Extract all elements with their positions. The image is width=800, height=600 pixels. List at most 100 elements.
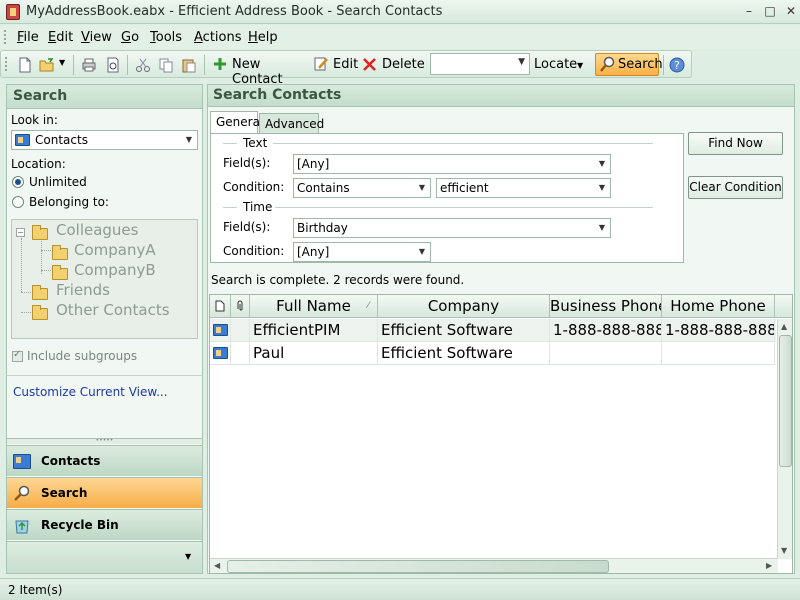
menu-edit[interactable]: Edit <box>48 30 73 45</box>
look-in-arrow: ▼ <box>185 135 192 144</box>
condition-text-input[interactable]: efficient ▼ <box>436 178 611 198</box>
tab-advanced[interactable]: Advanced <box>259 113 324 133</box>
col-header-company[interactable]: Company <box>378 295 550 318</box>
help-icon[interactable]: ? <box>669 57 685 73</box>
condition-select[interactable]: Contains ▼ <box>293 178 431 198</box>
scroll-right-arrow-icon[interactable]: ▶ <box>766 561 772 570</box>
menu-go[interactable]: Go <box>121 30 139 45</box>
col-header-type[interactable] <box>210 295 231 318</box>
row-business-phone[interactable] <box>550 342 662 365</box>
include-subgroups-label[interactable]: Include subgroups <box>27 349 137 363</box>
open-dropdown-arrow[interactable]: ▼ <box>59 58 65 67</box>
row-full-name[interactable]: Paul <box>250 342 378 365</box>
clear-condition-button[interactable]: Clear Condition <box>688 176 783 199</box>
new-contact-button[interactable]: New Contact <box>211 55 307 87</box>
copy-icon[interactable] <box>158 57 174 73</box>
horizontal-scrollbar[interactable]: ◀ ▶ <box>210 558 778 573</box>
main-panel: Search Contacts General Advanced Text Fi… <box>207 84 795 574</box>
nav-contacts[interactable]: Contacts <box>7 445 202 476</box>
app-icon <box>6 4 20 20</box>
tree-item-colleagues[interactable]: Colleagues <box>56 221 138 239</box>
row-home-phone[interactable] <box>662 342 775 365</box>
look-in-select[interactable]: Contacts ▼ <box>11 130 198 150</box>
delete-button[interactable]: Delete <box>361 55 425 75</box>
locate-button[interactable]: Locate ▼ <box>531 55 589 75</box>
condition-value: Contains <box>297 181 350 195</box>
scroll-down-arrow-icon[interactable]: ▼ <box>781 546 787 555</box>
new-document-icon[interactable] <box>17 57 33 73</box>
text-fields-select[interactable]: [Any] ▼ <box>293 154 611 174</box>
row-business-phone[interactable]: 1-888-888-888 <box>550 319 662 342</box>
time-fields-select[interactable]: Birthday ▼ <box>293 218 611 238</box>
nav-contacts-label: Contacts <box>41 454 101 468</box>
delete-label: Delete <box>382 57 425 72</box>
customize-view-link[interactable]: Customize Current View... <box>13 385 168 399</box>
time-condition-select[interactable]: [Any] ▼ <box>293 242 431 262</box>
vertical-scroll-thumb[interactable] <box>779 335 792 467</box>
edit-button[interactable]: Edit <box>312 55 358 75</box>
vertical-scrollbar[interactable]: ▲ ▼ <box>777 319 792 559</box>
cut-icon[interactable] <box>135 57 151 73</box>
tree-item-company-b[interactable]: CompanyB <box>74 261 156 279</box>
scroll-up-arrow-icon[interactable]: ▲ <box>781 322 787 331</box>
restore-button[interactable]: □ <box>761 3 779 19</box>
row-company[interactable]: Efficient Software <box>378 342 550 365</box>
unlimited-label[interactable]: Unlimited <box>29 175 87 189</box>
toolbar: ▼ New Contact Edit Delete ▼ Locate ▼ Sea… <box>0 50 692 87</box>
find-now-button[interactable]: Find Now <box>688 132 783 155</box>
scroll-left-arrow-icon[interactable]: ◀ <box>214 561 220 570</box>
section-line <box>223 207 237 208</box>
general-tab-body: Text Field(s): [Any] ▼ Condition: Contai… <box>210 133 684 263</box>
nav-overflow-bar: ▼ <box>7 541 202 573</box>
print-icon[interactable] <box>81 57 97 73</box>
time-condition-label: Condition: <box>223 244 285 258</box>
tree-collapse-toggle[interactable]: − <box>16 228 25 237</box>
tree-item-other-contacts[interactable]: Other Contacts <box>56 301 170 319</box>
belonging-radio[interactable] <box>12 196 24 208</box>
text-section-label: Text <box>243 136 268 150</box>
col-header-business-phone[interactable]: Business Phone <box>550 295 662 318</box>
row-attachment-cell <box>231 319 250 342</box>
col-header-full-name[interactable]: Full Name ⁄ <box>250 295 378 318</box>
include-subgroups-checkbox[interactable] <box>12 349 23 362</box>
search-toolbar-button[interactable]: Search <box>595 53 663 76</box>
paste-icon[interactable] <box>181 57 197 73</box>
locate-input[interactable]: ▼ <box>430 53 530 75</box>
text-fields-arrow: ▼ <box>598 159 605 168</box>
menu-help[interactable]: Help <box>248 30 278 45</box>
col-header-more[interactable] <box>775 295 792 318</box>
unlimited-radio[interactable] <box>12 176 24 188</box>
minimize-button[interactable]: – <box>740 3 758 19</box>
search-nav-icon <box>14 485 30 501</box>
menu-actions[interactable]: Actions <box>194 30 242 45</box>
col-header-attachment[interactable] <box>231 295 250 318</box>
horizontal-scroll-thumb[interactable] <box>227 560 609 573</box>
menu-tools[interactable]: Tools <box>150 30 182 45</box>
nav-search[interactable]: Search <box>7 477 202 508</box>
row-full-name[interactable]: EfficientPIM <box>250 319 378 342</box>
window-title: MyAddressBook.eabx - Efficient Address B… <box>26 4 443 19</box>
folder-icon <box>52 245 68 260</box>
tab-general[interactable]: General <box>210 111 263 134</box>
tree-item-friends[interactable]: Friends <box>56 281 110 299</box>
row-company[interactable]: Efficient Software <box>378 319 550 342</box>
toolbar-separator <box>127 55 128 75</box>
print-preview-icon[interactable] <box>105 57 121 73</box>
tree-line <box>21 312 31 313</box>
time-fields-value: Birthday <box>297 221 348 235</box>
belonging-label[interactable]: Belonging to: <box>29 195 109 209</box>
open-folder-icon[interactable] <box>39 57 55 73</box>
col-header-home-phone[interactable]: Home Phone <box>662 295 775 318</box>
left-panel-header: Search <box>7 85 202 109</box>
close-button[interactable]: ✕ <box>782 3 800 19</box>
nav-overflow-arrow[interactable]: ▼ <box>185 552 191 561</box>
tree-item-company-a[interactable]: CompanyA <box>74 241 156 259</box>
toolbar-separator <box>73 55 74 75</box>
menu-view[interactable]: View <box>81 30 112 45</box>
new-contact-label: New Contact <box>232 57 283 87</box>
row-home-phone[interactable]: 1-888-888-888 <box>662 319 775 342</box>
menu-file[interactable]: File <box>17 30 39 45</box>
locate-input-arrow[interactable]: ▼ <box>518 57 525 67</box>
splitter-handle[interactable]: ••••• <box>7 438 202 444</box>
nav-recycle-bin[interactable]: Recycle Bin <box>7 509 202 540</box>
